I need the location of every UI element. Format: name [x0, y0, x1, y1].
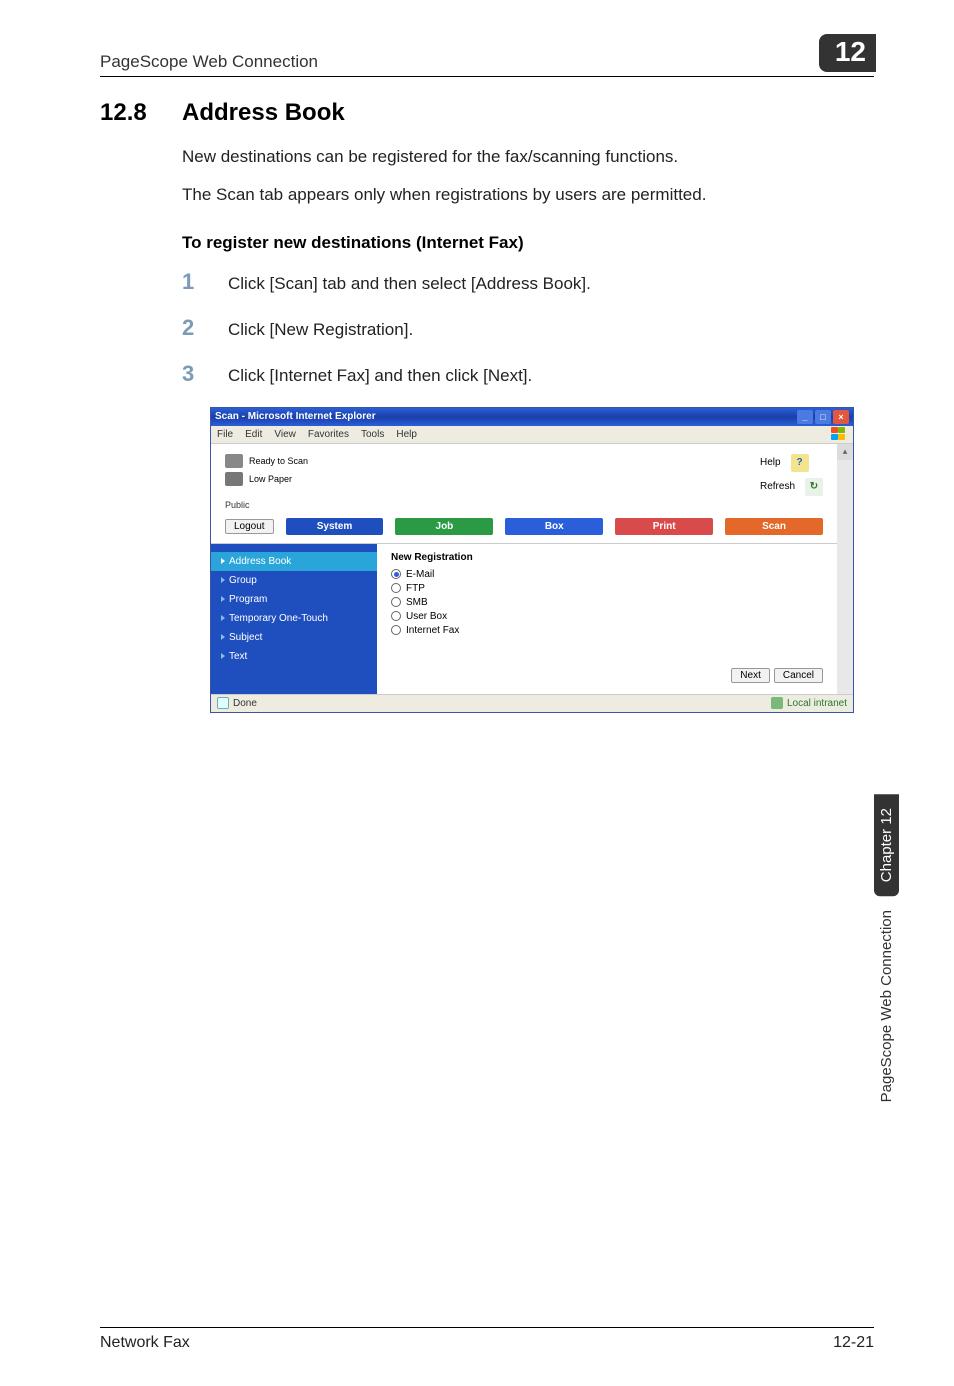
sidebar-address-book[interactable]: Address Book — [211, 552, 377, 571]
chevron-right-icon — [221, 596, 225, 602]
logout-button[interactable]: Logout — [225, 519, 274, 534]
step-row: 1 Click [Scan] tab and then select [Addr… — [182, 269, 874, 295]
footer-right: 12-21 — [833, 1334, 874, 1352]
radio-user-box[interactable]: User Box — [391, 611, 823, 622]
step-text: Click [New Registration]. — [228, 320, 413, 340]
sidebar: Address Book Group Program Temporary One… — [211, 544, 377, 694]
step-text: Click [Scan] tab and then select [Addres… — [228, 274, 591, 294]
page-footer: Network Fax 12-21 — [100, 1327, 874, 1352]
sidebar-temporary-one-touch[interactable]: Temporary One-Touch — [211, 609, 377, 628]
step-number: 1 — [182, 269, 204, 295]
radio-smb[interactable]: SMB — [391, 597, 823, 608]
step-number: 2 — [182, 315, 204, 341]
status-low-paper: Low Paper — [225, 472, 308, 486]
step-row: 2 Click [New Registration]. — [182, 315, 874, 341]
sidebar-group[interactable]: Group — [211, 571, 377, 590]
chevron-right-icon — [221, 653, 225, 659]
chevron-right-icon — [221, 577, 225, 583]
side-tab-label: PageScope Web Connection — [876, 896, 897, 1116]
menu-edit[interactable]: Edit — [245, 429, 262, 440]
windows-logo-icon — [831, 427, 847, 441]
sidebar-program[interactable]: Program — [211, 590, 377, 609]
section-number: 12.8 — [100, 99, 158, 127]
window-titlebar: Scan - Microsoft Internet Explorer _ □ × — [211, 408, 853, 426]
menu-view[interactable]: View — [274, 429, 296, 440]
radio-icon — [391, 597, 401, 607]
section-title: Address Book — [182, 99, 345, 127]
window-title: Scan - Microsoft Internet Explorer — [215, 411, 376, 422]
window-close-icon[interactable]: × — [833, 410, 849, 424]
sidebar-text[interactable]: Text — [211, 647, 377, 666]
cancel-button[interactable]: Cancel — [774, 668, 823, 683]
tab-print[interactable]: Print — [615, 518, 713, 535]
radio-icon — [391, 625, 401, 635]
window-maximize-icon[interactable]: □ — [815, 410, 831, 424]
section-paragraph: New destinations can be registered for t… — [182, 145, 874, 169]
running-header-chapter: 12 — [819, 34, 876, 72]
tab-job[interactable]: Job — [395, 518, 493, 535]
section-paragraph: The Scan tab appears only when registrat… — [182, 183, 874, 207]
side-tab-chapter: Chapter 12 — [874, 794, 899, 896]
section-heading: 12.8 Address Book — [100, 99, 874, 127]
embedded-screenshot: Scan - Microsoft Internet Explorer _ □ ×… — [210, 407, 854, 713]
radio-ftp[interactable]: FTP — [391, 583, 823, 594]
footer-left: Network Fax — [100, 1334, 190, 1352]
statusbar-done: Done — [233, 698, 257, 709]
window-minimize-icon[interactable]: _ — [797, 410, 813, 424]
paper-icon — [225, 472, 243, 486]
browser-statusbar: Done Local intranet — [211, 694, 853, 712]
radio-icon — [391, 611, 401, 621]
step-number: 3 — [182, 361, 204, 387]
running-header-title: PageScope Web Connection — [100, 52, 318, 72]
radio-internet-fax[interactable]: Internet Fax — [391, 625, 823, 636]
refresh-icon[interactable]: ↻ — [805, 478, 823, 496]
radio-icon — [391, 583, 401, 593]
security-zone: Local intranet — [771, 697, 847, 709]
sidebar-subject[interactable]: Subject — [211, 628, 377, 647]
chevron-right-icon — [221, 615, 225, 621]
menu-file[interactable]: File — [217, 429, 233, 440]
scrollbar-up-icon[interactable]: ▴ — [837, 444, 853, 460]
form-title: New Registration — [391, 552, 823, 563]
page-icon — [217, 697, 229, 709]
status-ready: Ready to Scan — [225, 454, 308, 468]
menu-bar: File Edit View Favorites Tools Help — [211, 426, 853, 444]
radio-icon — [391, 569, 401, 579]
menu-help[interactable]: Help — [396, 429, 417, 440]
user-mode-label: Public — [211, 500, 837, 516]
tab-scan[interactable]: Scan — [725, 518, 823, 535]
help-icon[interactable]: ? — [791, 454, 809, 472]
menu-tools[interactable]: Tools — [361, 429, 384, 440]
intranet-zone-icon — [771, 697, 783, 709]
menu-favorites[interactable]: Favorites — [308, 429, 349, 440]
refresh-label: Refresh — [760, 481, 795, 492]
side-chapter-tab: Chapter 12 PageScope Web Connection — [859, 794, 914, 1117]
step-text: Click [Internet Fax] and then click [Nex… — [228, 366, 532, 386]
tab-system[interactable]: System — [286, 518, 384, 535]
step-row: 3 Click [Internet Fax] and then click [N… — [182, 361, 874, 387]
section-subheading: To register new destinations (Internet F… — [182, 233, 874, 253]
chevron-right-icon — [221, 634, 225, 640]
chevron-right-icon — [221, 558, 225, 564]
printer-icon — [225, 454, 243, 468]
next-button[interactable]: Next — [731, 668, 770, 683]
radio-email[interactable]: E-Mail — [391, 569, 823, 580]
page-header: PageScope Web Connection 12 — [100, 34, 874, 77]
help-label: Help — [760, 457, 781, 468]
tab-box[interactable]: Box — [505, 518, 603, 535]
